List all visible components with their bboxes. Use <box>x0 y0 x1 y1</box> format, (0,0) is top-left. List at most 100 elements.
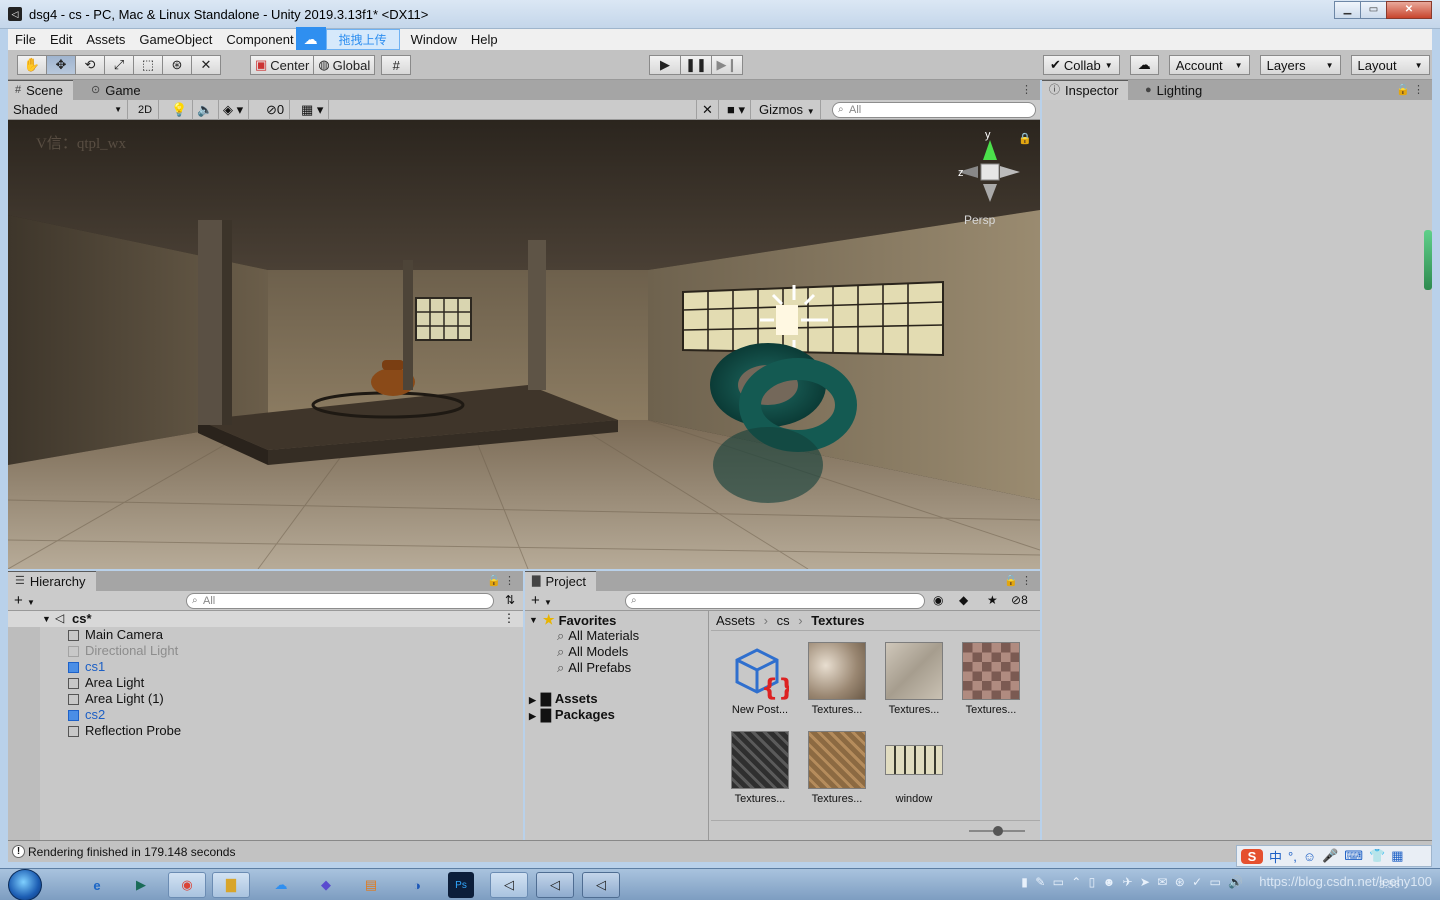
menu-file[interactable]: File <box>8 29 43 50</box>
zoom-slider-handle[interactable] <box>993 826 1003 836</box>
app-icon[interactable]: ▤ <box>352 872 390 898</box>
asset-item[interactable]: Textures... <box>879 642 949 716</box>
toggle-2d-button[interactable]: 2D <box>133 100 159 120</box>
menu-help[interactable]: Help <box>464 29 505 50</box>
play-icon[interactable]: ▶ <box>649 55 681 75</box>
hierarchy-item[interactable]: Area Light <box>68 675 144 691</box>
cloud-icon[interactable]: ☁ <box>1129 55 1159 75</box>
step-icon[interactable]: ▶❙ <box>711 55 743 75</box>
panel-menu-icon[interactable]: ⋮ <box>1021 83 1032 96</box>
filter-type-icon[interactable]: ◉ <box>933 593 943 607</box>
scene-root-row[interactable]: ▼ ◁ cs* ⋮ <box>8 611 523 627</box>
scrollbar-handle[interactable] <box>1424 230 1432 290</box>
draw-mode-dropdown[interactable]: Shaded ▼ <box>8 100 128 120</box>
photoshop-icon[interactable]: Ps <box>448 872 474 898</box>
favorite-star-icon[interactable]: ★ <box>987 593 998 607</box>
baidu-netdisk-icon[interactable]: ☁ <box>262 872 300 898</box>
unity-icon[interactable]: ◁ <box>490 872 528 898</box>
create-dropdown-icon[interactable]: + ▼ <box>14 592 35 609</box>
hierarchy-item[interactable]: cs2 <box>68 707 105 723</box>
favorite-item[interactable]: ⌕ All Prefabs <box>557 660 631 676</box>
hierarchy-item[interactable]: cs1 <box>68 659 105 675</box>
hierarchy-item[interactable]: Directional Light <box>68 643 178 659</box>
project-search-input[interactable]: ⌕ <box>625 593 925 609</box>
tab-game[interactable]: ⊙ Game <box>84 80 151 100</box>
camera-dropdown-icon[interactable]: ■ ▾ <box>722 100 751 120</box>
lighting-toggle-icon[interactable]: 💡 <box>166 100 194 120</box>
folder-row[interactable]: ▶ ▇ Assets <box>529 691 598 707</box>
scene-viewport[interactable]: V信：qtpl_wx y z Persp 🔒 <box>8 120 1040 569</box>
breadcrumb-item[interactable]: cs <box>777 613 790 628</box>
minimize-button[interactable]: ▁ <box>1334 1 1361 19</box>
chrome-icon[interactable]: ◉ <box>168 872 206 898</box>
explorer-icon[interactable]: ▇ <box>212 872 250 898</box>
app-icon[interactable]: ◆ <box>307 872 345 898</box>
favorite-item[interactable]: ⌕ All Materials <box>557 628 639 644</box>
asset-item[interactable]: Textures... <box>802 731 872 805</box>
scene-menu-icon[interactable]: ⋮ <box>503 611 515 625</box>
create-asset-icon[interactable]: + ▼ <box>531 592 552 609</box>
favorite-item[interactable]: ⌕ All Models <box>557 644 628 660</box>
close-button[interactable]: ✕ <box>1386 1 1432 19</box>
snap-grid-icon[interactable]: # <box>381 55 412 75</box>
filter-label-icon[interactable]: ◆ <box>959 593 968 607</box>
folder-row[interactable]: ▶ ▇ Packages <box>529 707 615 723</box>
hierarchy-item[interactable]: Main Camera <box>68 627 163 643</box>
tab-lighting[interactable]: ● Lighting <box>1138 80 1212 100</box>
sort-icon[interactable]: ⇅ <box>505 593 515 607</box>
project-menu-icon[interactable]: 🔒 ⋮ <box>1004 574 1032 587</box>
inspector-menu-icon[interactable]: 🔒 ⋮ <box>1396 83 1424 96</box>
hierarchy-search-input[interactable]: ⌕ All <box>186 593 494 609</box>
ime-toolbar[interactable]: S 中 °, ☺ 🎤 ⌨ 👕 ▦ <box>1236 845 1432 867</box>
tools-icon[interactable]: ✕ <box>696 100 719 120</box>
effects-toggle-icon[interactable]: ◈ ▾ <box>218 100 250 120</box>
rotate-tool-icon[interactable]: ⟲ <box>75 55 105 75</box>
menu-edit[interactable]: Edit <box>43 29 79 50</box>
tab-project[interactable]: ▇ Project <box>525 571 596 591</box>
custom-tool-icon[interactable]: ✕ <box>191 55 221 75</box>
tab-inspector[interactable]: ⓘ Inspector <box>1042 80 1129 100</box>
hand-tool-icon[interactable]: ✋ <box>17 55 47 75</box>
hidden-packages-toggle[interactable]: ⊘8 <box>1011 593 1028 607</box>
transform-tool-icon[interactable]: ⊛ <box>162 55 192 75</box>
collab-dropdown[interactable]: ✔ Collab ▼ <box>1043 55 1120 75</box>
tab-scene[interactable]: # Scene <box>8 80 73 100</box>
breadcrumb-item[interactable]: Textures <box>811 613 864 628</box>
unity-icon[interactable]: ◁ <box>582 872 620 898</box>
asset-item[interactable]: {} New Post... <box>725 642 795 716</box>
asset-item[interactable]: Textures... <box>802 642 872 716</box>
status-bar[interactable]: ! Rendering finished in 179.148 seconds <box>8 840 1432 862</box>
scene-search-input[interactable]: ⌕ All <box>832 102 1036 118</box>
layers-dropdown[interactable]: Layers ▼ <box>1259 55 1341 75</box>
move-tool-icon[interactable]: ✥ <box>46 55 76 75</box>
menu-component[interactable]: Component <box>219 29 295 50</box>
layout-dropdown[interactable]: Layout ▼ <box>1350 55 1430 75</box>
pause-icon[interactable]: ❚❚ <box>680 55 712 75</box>
grid-toggle-icon[interactable]: ▦ ▾ <box>296 100 330 120</box>
expand-arrow-icon[interactable]: ▼ <box>42 614 51 624</box>
asset-item[interactable]: Textures... <box>956 642 1026 716</box>
menu-assets[interactable]: Assets <box>79 29 132 50</box>
hierarchy-item[interactable]: Reflection Probe <box>68 723 181 739</box>
menu-gameobject[interactable]: GameObject <box>132 29 219 50</box>
asset-item[interactable]: Textures... <box>725 731 795 805</box>
gizmos-dropdown[interactable]: Gizmos ▼ <box>754 100 821 120</box>
audio-toggle-icon[interactable]: 🔈 <box>192 100 220 120</box>
app-icon[interactable]: ▶ <box>122 872 160 898</box>
asset-item[interactable]: window <box>879 731 949 805</box>
breadcrumb-item[interactable]: Assets <box>716 613 755 628</box>
ie-icon[interactable]: e <box>78 872 116 898</box>
hierarchy-item[interactable]: Area Light (1) <box>68 691 164 707</box>
tab-hierarchy[interactable]: ☰ Hierarchy <box>8 571 96 591</box>
drag-upload-overlay[interactable]: ☁ 拖拽上传 <box>295 26 400 51</box>
favorites-row[interactable]: ▼ ★ Favorites <box>529 612 616 628</box>
account-dropdown[interactable]: Account ▼ <box>1168 55 1250 75</box>
hidden-objects-toggle[interactable]: ⊘0 <box>261 100 291 120</box>
unity-icon[interactable]: ◁ <box>536 872 574 898</box>
pivot-center-button[interactable]: ▣ Center <box>250 55 315 75</box>
app-icon[interactable]: ◑ <box>398 872 436 898</box>
maximize-button[interactable]: ▭ <box>1360 1 1387 19</box>
rect-tool-icon[interactable]: ⬚ <box>133 55 163 75</box>
start-button-icon[interactable] <box>8 869 42 900</box>
tray-icons[interactable]: ▮ ✎ ▭ ⌃ ▯ ☻ ✈ ➤ ✉ ⊛ ✓ ▭ 🔊 <box>1021 875 1245 889</box>
